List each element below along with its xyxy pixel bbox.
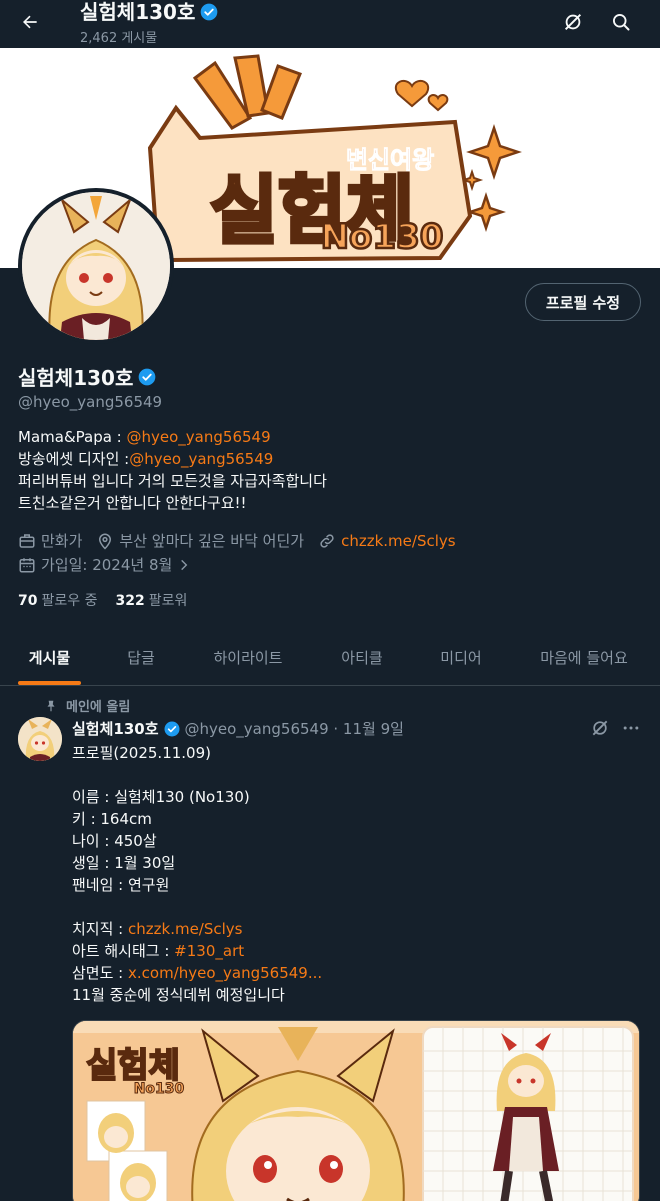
tab-posts[interactable]: 게시물	[18, 630, 81, 685]
verified-badge-icon	[139, 368, 156, 385]
post-line: 삼면도 : x.com/hyeo_yang56549...	[72, 962, 322, 984]
post-author-name[interactable]: 실험체130호	[72, 718, 159, 739]
post-line: 아트 해시태그 : #130_art	[72, 940, 322, 962]
location-pin-icon	[99, 533, 112, 550]
top-bar: 실험체130호 2,462 게시물	[0, 0, 660, 48]
post-line: 팬네임 : 연구원	[72, 876, 170, 894]
profile-avatar[interactable]	[18, 188, 174, 344]
chevron-right-icon	[181, 559, 188, 570]
followers-label: 팔로워	[148, 593, 188, 609]
grok-icon	[564, 13, 582, 31]
profile-tabs: 게시물 답글 하이라이트 아티클 미디어 마음에 들어요	[0, 630, 660, 686]
tab-replies[interactable]: 답글	[112, 630, 170, 685]
bio-line-4: 트친소같은거 안합니다 안한다구요!!	[18, 494, 247, 512]
post-grok-button[interactable]	[590, 718, 610, 742]
pin-icon	[47, 700, 55, 711]
profile-meta-row-1: 만화가 부산 앞마다 깊은 바닥 어딘가 chzzk.me/Sclys	[18, 530, 470, 551]
grok-icon	[592, 720, 608, 736]
post-label: 삼면도 :	[72, 964, 128, 982]
post-label: 치지직 :	[72, 920, 128, 938]
back-button[interactable]	[12, 4, 48, 40]
bio-label: 방송에셋 디자인 :	[18, 450, 130, 468]
post-link[interactable]: chzzk.me/Sclys	[128, 920, 242, 938]
profile-page: 실험체130호 2,462 게시물 변신여왕 실험체 No130 프로필 수정 …	[0, 0, 660, 1201]
profile-name-text: 실험체130호	[18, 366, 134, 390]
followers-count: 322	[115, 593, 145, 609]
post-count: 2,462 게시물	[80, 31, 158, 46]
search-icon	[613, 14, 630, 31]
follow-stats: 70 팔로우 중 322 팔로워	[18, 590, 187, 610]
active-tab-indicator	[18, 681, 81, 685]
profile-bio: Mama&Papa : @hyeo_yang56549 방송에셋 디자인 :@h…	[18, 426, 327, 514]
media-title: 실험체	[86, 1046, 180, 1086]
meta-website[interactable]: chzzk.me/Sclys	[318, 532, 456, 550]
banner-number: No130	[321, 217, 444, 257]
bio-label: Mama&Papa :	[18, 428, 127, 446]
bio-mention-link[interactable]: @hyeo_yang56549	[129, 450, 273, 468]
pinned-label: 메인에 올림	[44, 696, 130, 715]
verified-badge-icon	[164, 721, 180, 736]
post-line: 키 : 164cm	[72, 810, 152, 828]
media-number: No130	[134, 1081, 185, 1097]
hashtag-link[interactable]: #130_art	[174, 942, 244, 960]
following-link[interactable]: 70 팔로우 중	[18, 590, 97, 610]
meta-job: 만화가	[18, 530, 82, 551]
post-label: 아트 해시태그 :	[72, 942, 175, 960]
grok-button[interactable]	[557, 6, 589, 38]
post-avatar[interactable]	[18, 717, 62, 761]
post-line: 나이 : 450살	[72, 832, 157, 850]
tab-media[interactable]: 미디어	[428, 630, 494, 685]
bio-line-2: 방송에셋 디자인 :@hyeo_yang56549	[18, 448, 327, 470]
following-label: 팔로우 중	[41, 593, 98, 609]
meta-location: 부산 앞마다 깊은 바닥 어딘가	[96, 530, 304, 551]
tab-likes[interactable]: 마음에 들어요	[528, 630, 640, 685]
post-line: 이름 : 실험체130 (No130)	[72, 788, 250, 806]
post-avatar-image	[18, 717, 62, 761]
more-icon	[623, 726, 639, 730]
post-header: 실험체130호 @hyeo_yang56549 · 11월 9일	[72, 718, 404, 739]
header-name: 실험체130호	[80, 0, 196, 24]
profile-name: 실험체130호	[18, 362, 157, 391]
post-more-button[interactable]	[621, 718, 641, 742]
media-illustration: 실험체 No130	[73, 1021, 639, 1201]
link-icon	[320, 533, 334, 548]
meta-joined[interactable]: 가입일: 2024년 8월	[18, 554, 191, 575]
post-blank-line	[72, 764, 322, 786]
edit-profile-button[interactable]: 프로필 수정	[525, 283, 641, 321]
post-line: 치지직 : chzzk.me/Sclys	[72, 918, 322, 940]
post-line: 11월 중순에 정식데뷔 예정입니다	[72, 986, 285, 1004]
post-text: 프로필(2025.11.09) 이름 : 실험체130 (No130) 키 : …	[72, 742, 322, 1006]
meta-joined-text: 가입일: 2024년 8월	[41, 556, 173, 574]
tab-articles[interactable]: 아티클	[330, 630, 394, 685]
post-blank-line	[72, 896, 322, 918]
tab-highlights[interactable]: 하이라이트	[200, 630, 296, 685]
calendar-icon	[19, 557, 35, 572]
arrow-left-icon	[23, 15, 37, 29]
meta-location-text: 부산 앞마다 깊은 바닥 어딘가	[119, 532, 305, 550]
briefcase-icon	[19, 533, 35, 548]
post-line: 생일 : 1월 30일	[72, 854, 176, 872]
post-line: 프로필(2025.11.09)	[72, 744, 211, 762]
bio-line-3: 퍼리버튜버 입니다 거의 모든것을 자급자족합니다	[18, 472, 327, 490]
search-button[interactable]	[605, 6, 637, 38]
profile-handle: @hyeo_yang56549	[18, 393, 163, 411]
bio-mention-link[interactable]: @hyeo_yang56549	[127, 428, 271, 446]
meta-job-text: 만화가	[41, 532, 83, 550]
website-link[interactable]: chzzk.me/Sclys	[341, 532, 455, 550]
avatar-image	[22, 192, 170, 340]
following-count: 70	[18, 593, 38, 609]
profile-meta-row-2: 가입일: 2024년 8월	[18, 554, 205, 575]
followers-link[interactable]: 322 팔로워	[115, 590, 187, 610]
header-title: 실험체130호	[80, 0, 219, 24]
bio-line-1: Mama&Papa : @hyeo_yang56549	[18, 426, 327, 448]
post-link[interactable]: x.com/hyeo_yang56549...	[128, 964, 322, 982]
post-media-image[interactable]: 실험체 No130	[72, 1020, 640, 1201]
pinned-text: 메인에 올림	[66, 700, 131, 715]
verified-badge-icon	[201, 3, 218, 21]
post-handle-time[interactable]: @hyeo_yang56549 · 11월 9일	[185, 718, 404, 739]
